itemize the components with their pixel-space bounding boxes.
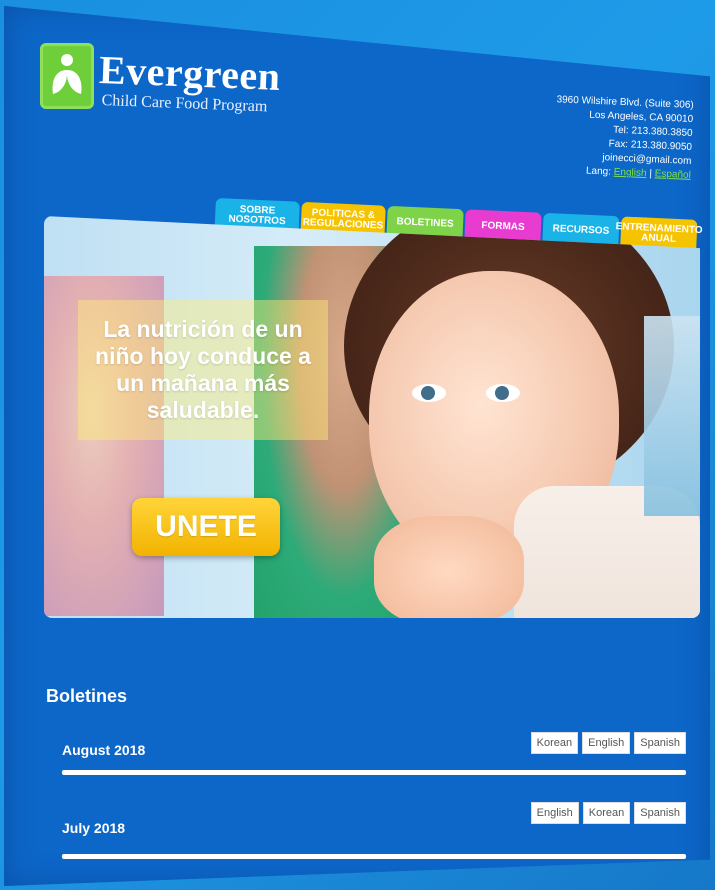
newsletter-korean-button[interactable]: Korean [530, 732, 579, 754]
lang-english-link[interactable]: English [614, 167, 647, 179]
newsletter-row: August 2018 Korean English Spanish [62, 732, 686, 784]
newsletter-language-buttons: English Korean Spanish [530, 802, 686, 824]
newsletter-row: July 2018 English Korean Spanish [62, 802, 686, 859]
hero-banner: La nutrición de un niño hoy conduce a un… [44, 216, 700, 618]
hero-photo-girl-hands [374, 516, 524, 618]
newsletter-language-buttons: Korean English Spanish [530, 732, 686, 754]
newsletter-title: August 2018 [62, 742, 146, 758]
lang-label: Lang: [585, 165, 612, 178]
newsletter-spanish-button[interactable]: Spanish [634, 802, 686, 824]
newsletter-divider [62, 770, 686, 775]
lang-spanish-link[interactable]: Español [654, 168, 691, 181]
newsletter-divider [62, 854, 686, 859]
hero-photo-background-right [644, 316, 700, 516]
child-leaf-icon [52, 54, 82, 94]
lang-separator: | [649, 168, 653, 180]
evergreen-logo[interactable] [40, 43, 94, 109]
newsletter-english-button[interactable]: English [530, 802, 579, 824]
join-button[interactable]: UNETE [132, 498, 280, 556]
newsletter-english-button[interactable]: English [582, 732, 631, 754]
brand-name[interactable]: Evergreen [98, 46, 281, 100]
newsletter-korean-button[interactable]: Korean [582, 802, 631, 824]
newsletter-title: July 2018 [62, 820, 126, 836]
hero-photo-eye-right [486, 384, 520, 402]
hero-photo-eye-left [412, 384, 446, 402]
newsletters-title: Boletines [46, 686, 128, 706]
newsletter-spanish-button[interactable]: Spanish [634, 732, 686, 754]
hero-slogan: La nutrición de un niño hoy conduce a un… [78, 300, 328, 440]
contact-info: 3960 Wilshire Blvd. (Suite 306) Los Ange… [491, 91, 694, 183]
page-frame: Evergreen Child Care Food Program 3960 W… [4, 6, 710, 886]
